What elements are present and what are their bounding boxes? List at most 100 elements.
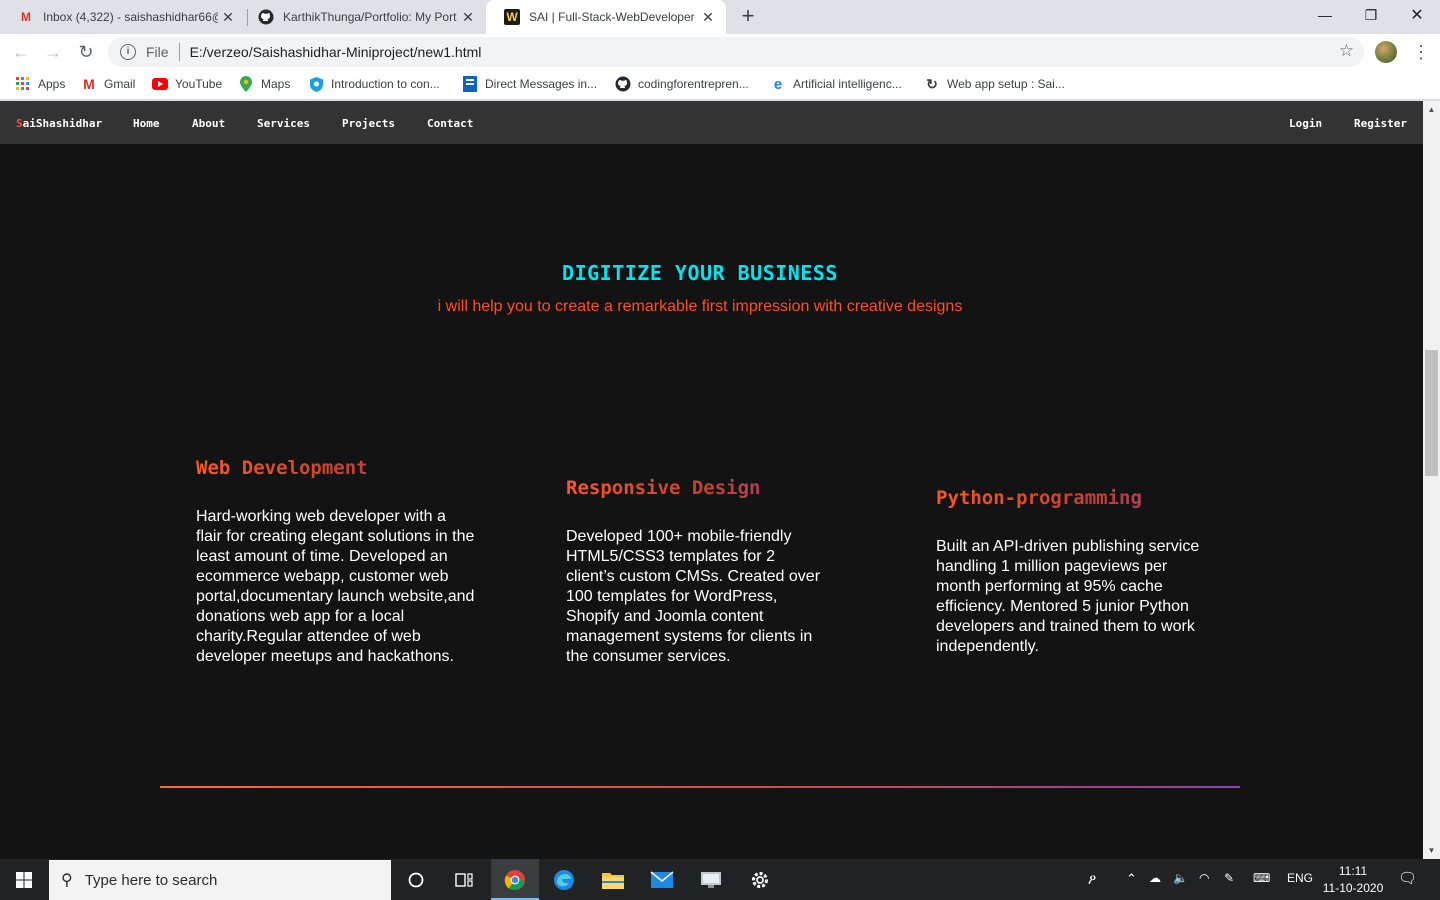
service-title: Web Development xyxy=(196,457,476,479)
tab-strip: M Inbox (4,322) - saishashidhar66@ ✕ Kar… xyxy=(0,0,1440,34)
scroll-down-icon[interactable]: ▼ xyxy=(1423,842,1440,859)
edge-icon: e xyxy=(773,75,783,93)
bookmark-label: codingforentrepren... xyxy=(638,77,749,91)
bookmark-icon xyxy=(462,76,478,92)
settings-gear-icon[interactable] xyxy=(736,859,784,900)
tab-github[interactable]: KarthikThunga/Portfolio: My Port ✕ xyxy=(240,0,486,34)
bookmark-web-app-setup[interactable]: ↻ Web app setup : Sai... xyxy=(924,76,1065,92)
cortana-icon[interactable] xyxy=(392,859,440,900)
apps-grid-icon xyxy=(15,76,31,92)
service-responsive-design: Responsive Design Developed 100+ mobile-… xyxy=(566,477,828,667)
windows-start-icon[interactable] xyxy=(0,859,48,900)
bookmark-youtube[interactable]: YouTube xyxy=(152,76,222,92)
service-web-development: Web Development Hard-working web develop… xyxy=(196,457,476,667)
service-python-programming: Python-programming Built an API-driven p… xyxy=(936,487,1208,657)
file-explorer-icon[interactable] xyxy=(589,859,637,900)
shield-icon xyxy=(308,76,324,92)
bookmark-introduction[interactable]: Introduction to con... xyxy=(308,76,440,92)
nav-about-link[interactable]: About xyxy=(192,117,225,130)
tab-gmail[interactable]: M Inbox (4,322) - saishashidhar66@ ✕ xyxy=(0,0,246,34)
bookmark-maps[interactable]: Maps xyxy=(238,76,290,92)
back-icon[interactable]: ← xyxy=(10,41,32,63)
bookmark-label: Artificial intelligenc... xyxy=(793,77,902,91)
gmail-icon: M xyxy=(21,10,31,24)
bookmark-gmail[interactable]: M Gmail xyxy=(81,76,135,92)
taskbar: ⚲ Type here to search ዖ ⌃ ☁ 🔈 ◠ ✎ ⌨ ENG … xyxy=(0,859,1440,900)
close-tab-icon[interactable]: ✕ xyxy=(460,9,476,25)
task-view-icon[interactable] xyxy=(440,859,488,900)
wifi-icon[interactable]: ◠ xyxy=(1199,871,1209,885)
edge-browser-icon[interactable] xyxy=(540,859,588,900)
address-bar[interactable]: i File E:/verzeo/Saishashidhar-Miniproje… xyxy=(108,37,1364,67)
restore-icon[interactable]: ❐ xyxy=(1348,0,1394,30)
site-brand-link[interactable]: SaiShashidhar xyxy=(16,117,102,130)
new-tab-button[interactable]: + xyxy=(737,5,759,27)
forward-icon[interactable]: → xyxy=(42,41,64,63)
mail-icon[interactable] xyxy=(638,859,686,900)
bookmark-label: Introduction to con... xyxy=(331,77,440,91)
tab-title: KarthikThunga/Portfolio: My Port xyxy=(283,10,457,24)
taskbar-search-box[interactable]: ⚲ Type here to search xyxy=(49,860,391,900)
show-hidden-icons[interactable]: ⌃ xyxy=(1126,871,1137,887)
close-tab-icon[interactable]: ✕ xyxy=(220,9,236,25)
reload-icon[interactable]: ↻ xyxy=(75,41,97,63)
service-description: Hard-working web developer with a flair … xyxy=(196,508,475,665)
menu-icon[interactable]: ⋮ xyxy=(1412,41,1430,63)
people-icon[interactable]: ዖ xyxy=(1088,871,1096,888)
url-scheme: File xyxy=(146,44,169,60)
bookmark-label: YouTube xyxy=(175,77,223,91)
scrollbar-thumb[interactable] xyxy=(1425,350,1438,476)
tab-title: Inbox (4,322) - saishashidhar66@ xyxy=(43,10,218,24)
browser-toolbar: ← → ↻ i File E:/verzeo/Saishashidhar-Min… xyxy=(0,34,1440,70)
url-divider xyxy=(178,43,180,61)
bookmark-label: Gmail xyxy=(104,77,136,91)
volume-muted-icon[interactable]: 🔈 xyxy=(1173,871,1188,885)
hero-subtitle: i will help you to create a remarkable f… xyxy=(437,298,963,315)
nav-services-link[interactable]: Services xyxy=(257,117,310,130)
service-description: Developed 100+ mobile-friendly HTML5/CSS… xyxy=(566,528,821,665)
clock[interactable]: 11:11 11-10-2020 xyxy=(1318,863,1388,897)
pen-icon[interactable]: ✎ xyxy=(1224,871,1234,885)
site-navbar: SaiShashidhar Home About Services Projec… xyxy=(0,101,1423,144)
service-title: Responsive Design xyxy=(566,477,828,499)
site-icon: W xyxy=(504,9,520,25)
nav-projects-link[interactable]: Projects xyxy=(342,117,395,130)
bookmark-codingforentrepreneurs[interactable]: codingforentrepren... xyxy=(615,76,749,92)
notifications-icon[interactable]: 🗨 xyxy=(1398,869,1417,887)
bookmark-apps[interactable]: Apps xyxy=(15,76,65,92)
github-icon xyxy=(615,76,631,92)
page-scrollbar[interactable]: ▲ ▼ xyxy=(1423,101,1440,859)
service-title: Python-programming xyxy=(936,487,1208,509)
register-link[interactable]: Register xyxy=(1354,117,1407,130)
scroll-up-icon[interactable]: ▲ xyxy=(1423,101,1440,118)
bookmark-direct-messages[interactable]: Direct Messages in... xyxy=(462,76,597,92)
close-window-icon[interactable]: ✕ xyxy=(1394,0,1440,30)
tab-active-site[interactable]: W SAI | Full-Stack-WebDeveloper ✕ xyxy=(486,0,726,34)
maps-icon xyxy=(238,76,254,92)
nav-contact-link[interactable]: Contact xyxy=(427,117,473,130)
gmail-icon: M xyxy=(83,76,95,92)
tab-title: SAI | Full-Stack-WebDeveloper xyxy=(529,10,695,24)
language-indicator[interactable]: ENG xyxy=(1287,871,1313,885)
url-text[interactable]: E:/verzeo/Saishashidhar-Miniproject/new1… xyxy=(190,44,482,60)
page-viewport: SaiShashidhar Home About Services Projec… xyxy=(0,101,1440,859)
minimize-icon[interactable]: — xyxy=(1302,0,1348,30)
github-icon xyxy=(258,9,274,25)
close-tab-icon[interactable]: ✕ xyxy=(700,9,716,25)
login-link[interactable]: Login xyxy=(1289,117,1322,130)
profile-avatar[interactable] xyxy=(1375,41,1397,63)
section-divider xyxy=(160,786,1240,788)
hero-title: DIGITIZE YOUR BUSINESS xyxy=(562,261,838,285)
bookmark-artificial-intelligence[interactable]: e Artificial intelligenc... xyxy=(770,75,902,93)
onedrive-icon[interactable]: ☁ xyxy=(1149,871,1161,885)
remote-desktop-icon[interactable] xyxy=(687,859,735,900)
bookmark-label: Direct Messages in... xyxy=(485,77,598,91)
chrome-icon[interactable] xyxy=(491,859,539,900)
nav-home-link[interactable]: Home xyxy=(133,117,160,130)
keyboard-icon[interactable]: ⌨ xyxy=(1253,871,1270,885)
bookmark-star-icon[interactable]: ☆ xyxy=(1339,41,1354,61)
bookmark-label: Apps xyxy=(38,77,66,91)
loading-icon: ↻ xyxy=(926,75,938,92)
brand-name: aiShashidhar xyxy=(22,117,103,130)
info-icon[interactable]: i xyxy=(120,44,136,60)
